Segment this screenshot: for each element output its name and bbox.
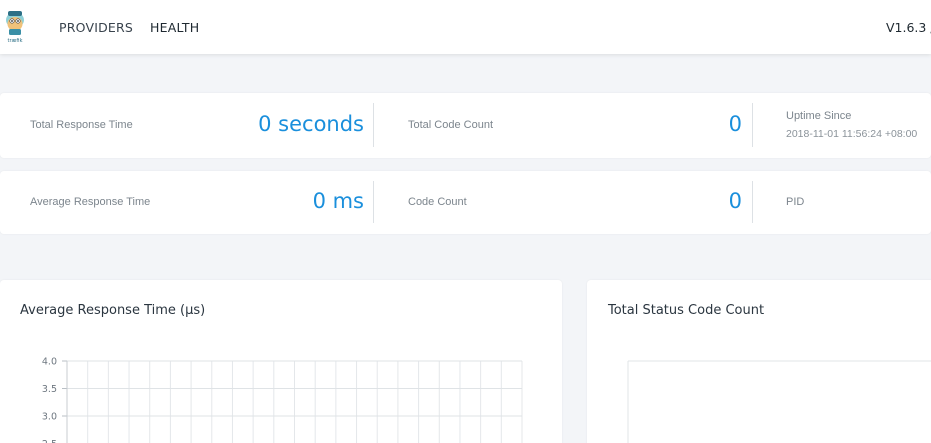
pid-label: PID [786, 196, 805, 208]
total-status-code-chart [627, 360, 931, 443]
code-count-value: 0 [728, 189, 742, 213]
version-label[interactable]: V1.6.3 / [886, 20, 931, 35]
svg-text:træfik: træfik [8, 38, 23, 44]
average-response-time-label: Average Response Time [30, 196, 151, 208]
total-response-time-value: 0 seconds [258, 112, 364, 136]
stat-divider [752, 181, 753, 223]
total-code-count-label: Total Code Count [408, 119, 493, 131]
nav-tab-providers[interactable]: PROVIDERS [59, 20, 133, 35]
stat-divider [373, 181, 374, 223]
average-response-time-chart: 4.0 3.5 3.0 2.5 [42, 357, 523, 443]
traefik-logo-icon[interactable]: træfik [2, 6, 28, 46]
stat-divider [752, 103, 753, 147]
y-axis-tick-label: 2.5 [42, 439, 57, 443]
average-response-time-value: 0 ms [312, 189, 364, 213]
y-axis-tick-label: 3.5 [42, 384, 57, 395]
total-status-code-panel: Total Status Code Count [587, 280, 931, 443]
total-response-time-label: Total Response Time [30, 119, 133, 131]
average-response-time-panel: Average Response Time (µs) 4.03.53.02.5 [0, 280, 562, 443]
uptime-since-value: 2018-11-01 11:56:24 +08:00 [786, 128, 918, 140]
y-axis-tick-label: 3.0 [42, 412, 57, 423]
code-count-label: Code Count [408, 196, 467, 208]
stat-divider [373, 103, 374, 147]
top-navbar: træfik PROVIDERS HEALTH V1.6.3 / [0, 0, 931, 54]
uptime-since-label: Uptime Since [786, 110, 852, 122]
stats-card-totals: Total Response Time 0 seconds Total Code… [0, 93, 931, 158]
nav-tab-health[interactable]: HEALTH [150, 20, 199, 35]
stats-card-averages: Average Response Time 0 ms Code Count 0 … [0, 171, 931, 234]
total-code-count-value: 0 [728, 112, 742, 136]
y-axis-tick-label: 4.0 [42, 357, 57, 368]
